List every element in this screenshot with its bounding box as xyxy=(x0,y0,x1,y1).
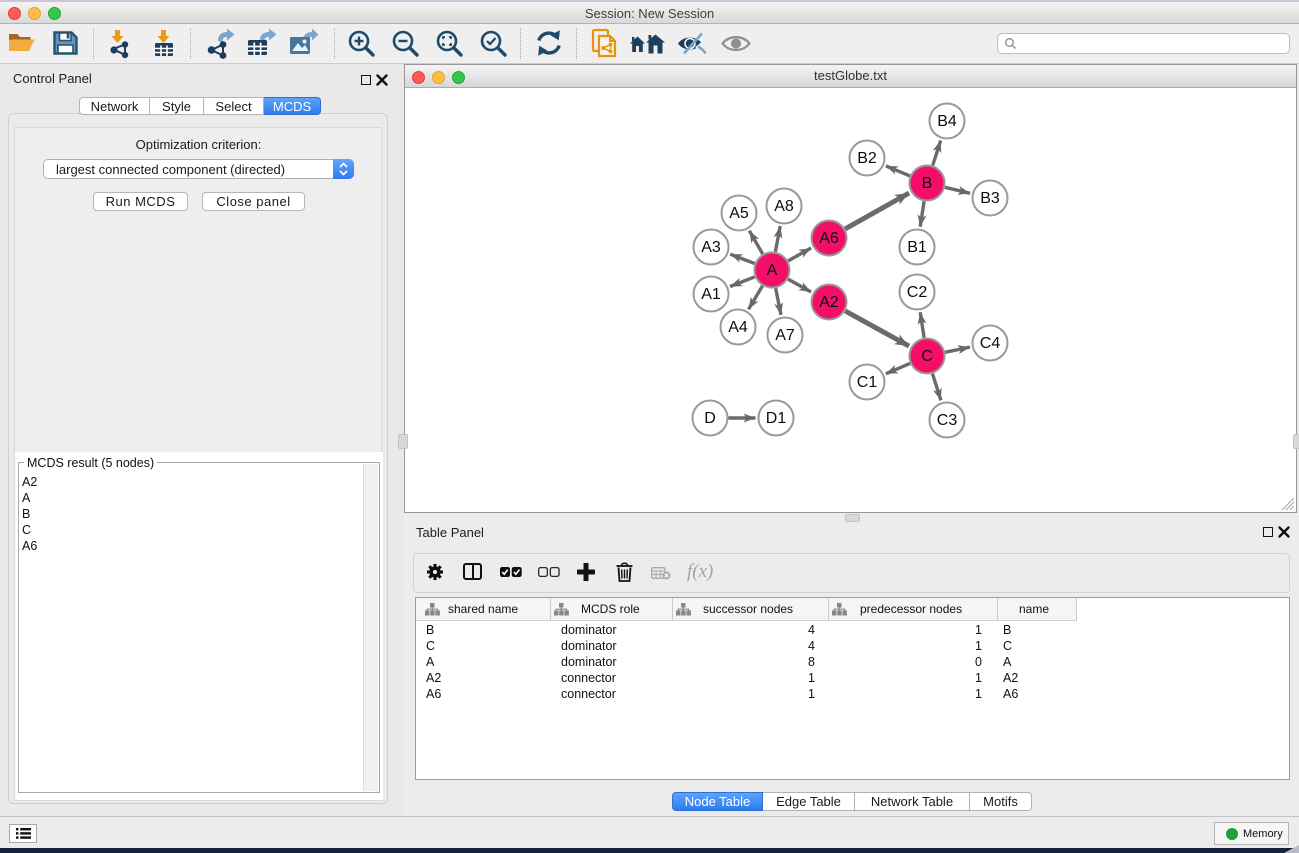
svg-text:A1: A1 xyxy=(701,286,721,303)
svg-text:C4: C4 xyxy=(980,335,1001,352)
svg-text:B2: B2 xyxy=(857,150,877,167)
svg-text:B4: B4 xyxy=(937,113,957,130)
svg-text:B: B xyxy=(922,175,933,192)
svg-text:A2: A2 xyxy=(819,294,839,311)
svg-text:C1: C1 xyxy=(857,374,878,391)
svg-text:A4: A4 xyxy=(728,319,748,336)
svg-text:C2: C2 xyxy=(907,284,928,301)
svg-text:C: C xyxy=(921,348,933,365)
svg-text:A8: A8 xyxy=(774,198,794,215)
svg-text:B3: B3 xyxy=(980,190,1000,207)
svg-text:A: A xyxy=(767,262,778,279)
svg-text:A6: A6 xyxy=(819,230,839,247)
svg-text:D1: D1 xyxy=(766,410,787,427)
svg-text:A7: A7 xyxy=(775,327,795,344)
svg-text:C3: C3 xyxy=(937,412,958,429)
svg-text:A5: A5 xyxy=(729,205,749,222)
svg-text:B1: B1 xyxy=(907,239,927,256)
svg-text:D: D xyxy=(704,410,716,427)
svg-text:A3: A3 xyxy=(701,239,721,256)
